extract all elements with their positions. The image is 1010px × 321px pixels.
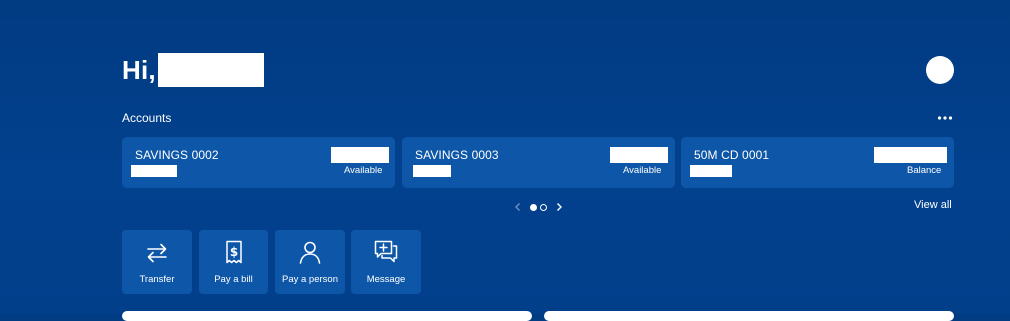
profile-avatar[interactable] (926, 56, 954, 84)
account-status: Available (623, 165, 662, 176)
pay-a-bill-button[interactable]: $ Pay a bill (199, 230, 268, 294)
account-card-50m-cd-0001[interactable]: 50M CD 0001 Balance (681, 137, 954, 188)
view-all-link[interactable]: View all (914, 199, 952, 211)
person-icon (299, 241, 321, 264)
message-button[interactable]: Message (351, 230, 421, 294)
greeting: Hi, (122, 52, 264, 88)
chevron-left-icon[interactable] (512, 200, 524, 214)
user-name-redacted (157, 53, 264, 87)
message-plus-icon (374, 240, 398, 263)
content-panel-right (544, 311, 954, 321)
account-amount-redacted (610, 147, 668, 163)
account-card-savings-0003[interactable]: SAVINGS 0003 Available (402, 137, 675, 188)
account-card-savings-0002[interactable]: SAVINGS 0002 Available (122, 137, 395, 188)
account-name: 50M CD 0001 (694, 148, 770, 162)
action-label: Pay a bill (214, 274, 253, 285)
svg-text:$: $ (229, 245, 237, 259)
chevron-right-icon[interactable] (553, 200, 565, 214)
greeting-text: Hi, (122, 54, 156, 85)
dollar-receipt-icon: $ (225, 240, 242, 264)
transfer-arrows-icon (147, 243, 167, 263)
account-subtitle-redacted (131, 165, 177, 177)
pager-dot[interactable] (540, 203, 547, 211)
account-amount-redacted (874, 147, 947, 163)
content-panel-left (122, 311, 532, 321)
accounts-label: Accounts (122, 111, 172, 125)
more-horizontal-icon[interactable] (936, 109, 954, 127)
action-label: Transfer (139, 274, 175, 285)
account-subtitle-redacted (690, 165, 732, 177)
pay-a-person-button[interactable]: Pay a person (275, 230, 345, 294)
account-status: Available (344, 165, 383, 176)
account-subtitle-redacted (413, 165, 451, 177)
transfer-button[interactable]: Transfer (122, 230, 192, 294)
account-amount-redacted (331, 147, 389, 163)
carousel-pager (512, 200, 565, 214)
action-label: Message (366, 274, 406, 285)
pager-dot-active[interactable] (530, 203, 537, 211)
account-name: SAVINGS 0003 (415, 148, 499, 162)
account-status: Balance (907, 165, 942, 176)
action-label: Pay a person (282, 274, 338, 285)
account-name: SAVINGS 0002 (135, 148, 219, 162)
